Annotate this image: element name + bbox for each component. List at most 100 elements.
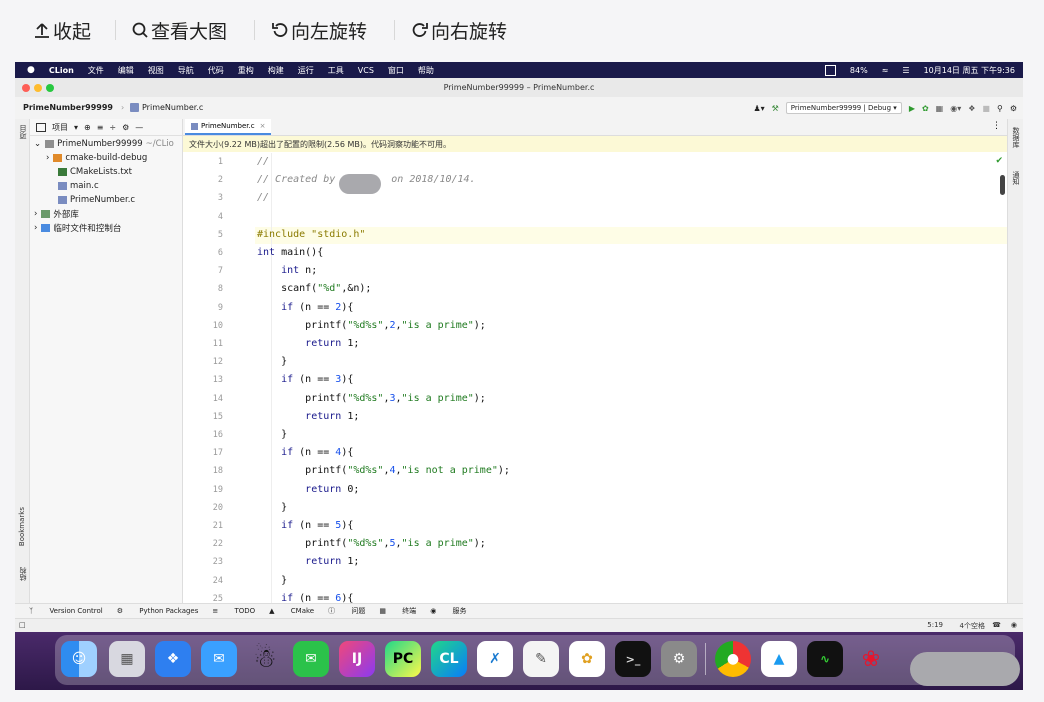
code-line[interactable]: #include "stdio.h" (257, 229, 365, 240)
line-number[interactable]: 21 (183, 521, 223, 531)
menu-item-build[interactable]: 构建 (268, 65, 284, 76)
breadcrumb-project[interactable]: PrimeNumber99999 (23, 103, 113, 112)
line-number[interactable]: 2 (183, 175, 223, 185)
line-number[interactable]: 8 (183, 284, 223, 294)
tool-cmake[interactable]: ▲ CMake (269, 607, 314, 615)
terminal-icon[interactable]: >_ (615, 641, 651, 677)
rotate-right-button[interactable]: 向右旋转 (411, 16, 507, 44)
line-number[interactable]: 5 (183, 230, 223, 240)
qq-icon[interactable]: ☃ (247, 641, 283, 677)
tool-terminal[interactable]: ▦ 终端 (379, 606, 416, 616)
pycharm-icon[interactable]: PC (385, 641, 421, 677)
user-icon[interactable]: ♟▾ (753, 104, 764, 113)
code-line[interactable]: if (n == 4){ (257, 447, 353, 458)
tree-item-cmakelists[interactable]: CMakeLists.txt (58, 165, 132, 178)
control-center-icon[interactable]: ☰ (902, 66, 909, 75)
line-number[interactable]: 13 (183, 375, 223, 385)
build-hammer-icon[interactable]: ⚒ (772, 104, 779, 113)
profile-icon[interactable]: ◉▾ (950, 104, 961, 113)
breadcrumb-file[interactable]: PrimeNumber.c (142, 103, 203, 112)
safari-icon[interactable]: ❖ (155, 641, 191, 677)
code-line[interactable]: if (n == 5){ (257, 520, 353, 531)
tree-root[interactable]: ⌄ PrimeNumber99999 ~/CLio (34, 137, 174, 150)
menu-app-name[interactable]: CLion (49, 66, 74, 75)
chevron-down-icon[interactable]: ▾ (74, 123, 78, 132)
code-line[interactable]: printf("%d%s",4,"is not a prime"); (257, 465, 510, 476)
code-line[interactable]: return 1; (257, 338, 359, 349)
chrome-icon[interactable]: ● (715, 641, 751, 677)
close-window-icon[interactable] (22, 84, 30, 92)
toggle-tool-windows-icon[interactable]: □ (19, 621, 26, 629)
coverage-icon[interactable]: ▦ (936, 104, 944, 113)
tree-item-scratches[interactable]: › 临时文件和控制台 (34, 221, 121, 234)
line-number[interactable]: 18 (183, 466, 223, 476)
code-line[interactable]: printf("%d%s",3,"is a prime"); (257, 393, 486, 404)
editor-tab-primenumber[interactable]: PrimeNumber.c × (185, 119, 272, 135)
line-number[interactable]: 23 (183, 557, 223, 567)
tool-version-control[interactable]: ᛉ Version Control (29, 607, 103, 615)
menu-item-vcs[interactable]: VCS (358, 66, 374, 75)
database-tool-tab[interactable]: 数据库 (1011, 127, 1021, 148)
git-icon[interactable]: ◉ (1011, 621, 1017, 629)
line-number[interactable]: 20 (183, 503, 223, 513)
wine-icon[interactable]: ✿ (569, 641, 605, 677)
code-line[interactable]: if (n == 3){ (257, 374, 353, 385)
finder-icon[interactable]: ☺ (61, 641, 97, 677)
bookmarks-tool-tab[interactable]: Bookmarks (18, 507, 26, 546)
tool-python-packages[interactable]: ⚙ Python Packages (117, 607, 199, 615)
collapse-all-icon[interactable]: ÷ (109, 123, 116, 132)
mail-icon[interactable]: ✉ (201, 641, 237, 677)
code-line[interactable]: if (n == 2){ (257, 302, 353, 313)
line-number[interactable]: 11 (183, 339, 223, 349)
textedit-icon[interactable]: ✎ (523, 641, 559, 677)
menu-item-tools[interactable]: 工具 (328, 65, 344, 76)
tree-item-main-c[interactable]: main.c (58, 179, 99, 192)
stop-icon[interactable]: ■ (982, 104, 990, 113)
run-config-select[interactable]: PrimeNumber99999 | Debug ▾ (785, 102, 902, 114)
project-tool-tab[interactable]: 项目 (18, 125, 28, 139)
clion-icon[interactable]: CL (431, 641, 467, 677)
indent-setting[interactable]: 4个空格 (960, 621, 985, 631)
run-icon[interactable]: ▶ (909, 104, 915, 113)
code-line[interactable]: printf("%d%s",2,"is a prime"); (257, 320, 486, 331)
menubar-datetime[interactable]: 10月14日 周五 下午9:36 (924, 65, 1015, 76)
menu-item-code[interactable]: 代码 (208, 65, 224, 76)
line-number[interactable]: 12 (183, 357, 223, 367)
system-preferences-icon[interactable]: ⚙ (661, 641, 697, 677)
more-tabs-icon[interactable]: ⋮ (992, 121, 1001, 131)
tool-services[interactable]: ◉ 服务 (430, 606, 466, 616)
rotate-left-button[interactable]: 向左旋转 (271, 16, 367, 44)
expand-all-icon[interactable]: ≡ (97, 123, 104, 132)
menu-item-help[interactable]: 帮助 (418, 65, 434, 76)
minimize-window-icon[interactable] (34, 84, 42, 92)
apple-icon[interactable]: ● (27, 65, 35, 75)
close-tab-icon[interactable]: × (260, 122, 266, 130)
input-method-icon[interactable] (824, 64, 836, 76)
weibo-icon[interactable]: ❀ (853, 641, 889, 677)
line-number[interactable]: 6 (183, 248, 223, 258)
gear-icon[interactable]: ⚙ (122, 123, 129, 132)
locate-icon[interactable]: ⊕ (84, 123, 91, 132)
tree-item-external-libraries[interactable]: › 外部库 (34, 207, 79, 220)
line-number[interactable]: 3 (183, 193, 223, 203)
vscode-icon[interactable]: ✗ (477, 641, 513, 677)
line-number[interactable]: 4 (183, 212, 223, 222)
line-number[interactable]: 7 (183, 266, 223, 276)
wechat-icon[interactable]: ✉ (293, 641, 329, 677)
menu-item-window[interactable]: 窗口 (388, 65, 404, 76)
line-number[interactable]: 24 (183, 576, 223, 586)
readonly-toggle-icon[interactable]: ☎ (992, 621, 1001, 629)
line-number[interactable]: 22 (183, 539, 223, 549)
tree-item-primenumber-c[interactable]: PrimeNumber.c (58, 193, 135, 206)
battery-percent[interactable]: 84% (850, 66, 868, 75)
code-line[interactable]: int main(){ (257, 247, 323, 258)
code-line[interactable]: } (257, 429, 287, 440)
debug-icon[interactable]: ✿ (922, 104, 929, 113)
menu-item-edit[interactable]: 编辑 (118, 65, 134, 76)
code-content[interactable]: //// Created by on 2018/10/14.//#include … (255, 153, 1007, 613)
notifications-tool-tab[interactable]: 通知 (1011, 171, 1021, 185)
code-line[interactable]: // (257, 192, 269, 203)
code-line[interactable]: return 1; (257, 556, 359, 567)
view-large-button[interactable]: 查看大图 (131, 16, 227, 44)
tree-item-cmake-build-debug[interactable]: › cmake-build-debug (46, 151, 147, 164)
